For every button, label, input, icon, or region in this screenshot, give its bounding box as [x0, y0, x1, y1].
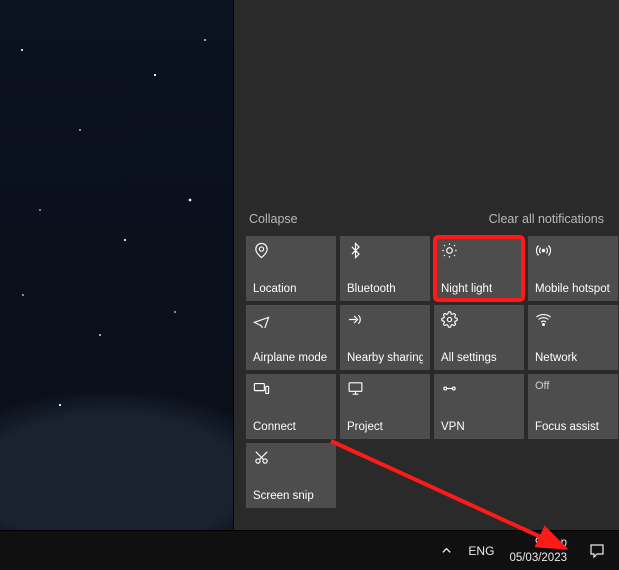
notification-icon: [588, 542, 606, 560]
tile-connect[interactable]: Connect: [246, 374, 336, 439]
tile-network[interactable]: Network: [528, 305, 618, 370]
tile-label: VPN: [441, 421, 517, 433]
tile-all-settings[interactable]: All settings: [434, 305, 524, 370]
ime-indicator[interactable]: ENG: [461, 531, 501, 570]
bluetooth-icon: [347, 242, 423, 260]
wifi-icon: [535, 311, 611, 329]
tile-label: Airplane mode: [253, 352, 329, 364]
notifications-empty-area: [234, 0, 619, 212]
tile-focus-assist[interactable]: Off Focus assist: [528, 374, 618, 439]
screen-snip-icon: [253, 449, 329, 467]
quick-action-tiles: Location Bluetooth Night light Mobile ho…: [234, 236, 619, 530]
gear-icon: [441, 311, 517, 329]
tile-label: Screen snip: [253, 490, 329, 502]
location-icon: [253, 242, 329, 260]
airplane-icon: [253, 311, 329, 329]
tile-label: Project: [347, 421, 423, 433]
clear-all-notifications-button[interactable]: Clear all notifications: [489, 212, 604, 226]
project-icon: [347, 380, 423, 398]
tile-location[interactable]: Location: [246, 236, 336, 301]
tile-label: All settings: [441, 352, 517, 364]
taskbar: ENG 9:45 p 05/03/2023: [0, 530, 619, 570]
tile-label: Nearby sharing: [347, 352, 423, 364]
tile-airplane-mode[interactable]: Airplane mode: [246, 305, 336, 370]
tile-label: Night light: [441, 283, 517, 295]
connect-icon: [253, 380, 329, 398]
tile-bluetooth[interactable]: Bluetooth: [340, 236, 430, 301]
tile-project[interactable]: Project: [340, 374, 430, 439]
action-center-panel: Collapse Clear all notifications Locatio…: [234, 0, 619, 530]
tile-label: Bluetooth: [347, 283, 423, 295]
vpn-icon: [441, 380, 517, 398]
tile-label: Focus assist: [535, 421, 611, 433]
tile-state: Off: [535, 380, 611, 392]
nearby-sharing-icon: [347, 311, 423, 329]
tile-label: Mobile hotspot: [535, 283, 611, 295]
mobile-hotspot-icon: [535, 242, 611, 260]
clock-time: 9:45 p: [535, 536, 567, 550]
clock-date: 05/03/2023: [509, 551, 567, 565]
tray-overflow-button[interactable]: [432, 531, 461, 570]
clock-button[interactable]: 9:45 p 05/03/2023: [501, 531, 575, 570]
action-center-header: Collapse Clear all notifications: [234, 212, 619, 236]
tile-vpn[interactable]: VPN: [434, 374, 524, 439]
tile-label: Connect: [253, 421, 329, 433]
collapse-button[interactable]: Collapse: [249, 212, 298, 226]
tile-label: Location: [253, 283, 329, 295]
action-center-button[interactable]: [575, 531, 619, 570]
tile-screen-snip[interactable]: Screen snip: [246, 443, 336, 508]
tile-mobile-hotspot[interactable]: Mobile hotspot: [528, 236, 618, 301]
tile-nearby-sharing[interactable]: Nearby sharing: [340, 305, 430, 370]
tile-label: Network: [535, 352, 611, 364]
tile-night-light[interactable]: Night light: [434, 236, 524, 301]
night-light-icon: [441, 242, 517, 260]
ime-label: ENG: [468, 544, 494, 558]
